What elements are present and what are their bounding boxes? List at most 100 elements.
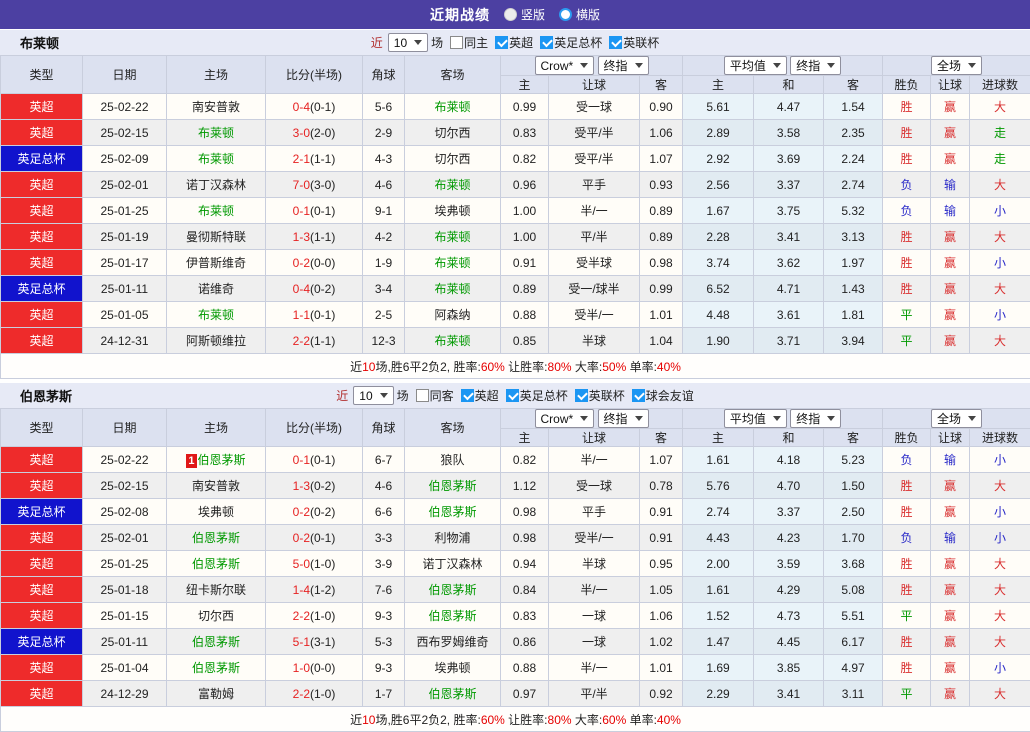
checkbox-icon [631,389,645,402]
odds-home: 0.96 [500,171,549,198]
same-away-checkbox[interactable]: 同客 [415,387,454,404]
home-team: 埃弗顿 [166,498,266,525]
league-checkbox-epl[interactable]: 英超 [460,387,499,404]
average-select[interactable]: 平均值 [723,409,787,428]
match-score: 0-4(0-2) [265,275,363,302]
match-date: 25-01-15 [82,602,167,629]
handicap-line: 半/一 [548,197,640,224]
league-checkbox-eflcup[interactable]: 英联杯 [574,387,625,404]
avg-draw-odds: 3.58 [753,119,825,146]
odds-away: 0.95 [638,550,684,577]
odds-stage-select[interactable]: 终指 [597,56,649,75]
result-goals: 大 [969,472,1030,499]
home-team: 伯恩茅斯 [166,550,266,577]
result-wdl: 胜 [882,145,932,172]
col-goals: 进球数 [969,428,1030,447]
match-score: 2-2(1-0) [265,680,363,707]
layout-option-vertical[interactable]: 竖版 [503,6,545,23]
home-team: 伯恩茅斯 [166,524,266,551]
league-checkbox-epl[interactable]: 英超 [495,34,533,51]
match-score: 5-0(1-0) [265,550,363,577]
result-scope-group: 全场 [882,408,1030,429]
corner-count: 3-4 [362,275,405,302]
away-team: 布莱顿 [404,223,501,250]
avg-stage-select[interactable]: 终指 [790,56,842,75]
avg-home-odds: 2.92 [682,145,755,172]
match-row: 英超 24-12-31 阿斯顿维拉 2-2(1-1) 12-3 布莱顿 0.85 半球 1.04… [0,327,1030,354]
league-checkbox-friendly[interactable]: 球会友谊 [631,387,694,404]
bookmaker-select[interactable]: Crow* [534,409,595,428]
match-date: 25-01-04 [82,654,167,681]
odds-home: 1.12 [500,472,549,499]
avg-draw-odds: 4.71 [753,275,825,302]
avg-away-odds: 1.54 [823,93,884,120]
match-date: 25-01-18 [82,576,167,603]
result-handicap: 赢 [930,654,971,681]
match-date: 25-01-19 [82,223,167,250]
handicap-line: 受半球 [548,249,640,276]
league-checkbox-eflcup[interactable]: 英联杯 [609,34,659,51]
odds-home: 0.94 [500,550,549,577]
avg-home-odds: 1.52 [682,602,755,629]
result-goals: 大 [969,602,1030,629]
match-row: 英足总杯 25-01-11 伯恩茅斯 5-1(3-1) 5-3 西布罗姆维奇 0.86 一球 1… [0,628,1030,655]
match-row: 英足总杯 25-01-11 诺维奇 0-4(0-2) 3-4 布莱顿 0.89 受一/球半 0.… [0,275,1030,302]
rank-badge: 1 [186,454,197,468]
odds-away: 0.91 [638,498,684,525]
home-team: 切尔西 [166,602,266,629]
home-team: 布莱顿 [166,119,266,146]
bookmaker-select[interactable]: Crow* [534,56,595,75]
odds-away: 0.90 [638,93,684,120]
away-team: 切尔西 [404,119,501,146]
match-count-select[interactable]: 10 [387,33,429,52]
scope-select[interactable]: 全场 [931,409,983,428]
chevron-down-icon [379,393,388,398]
avg-home-odds: 2.74 [682,498,755,525]
match-date: 25-01-25 [82,550,167,577]
match-score: 2-2(1-0) [265,602,363,629]
odds-stage-select[interactable]: 终指 [597,409,649,428]
corner-count: 12-3 [362,327,405,354]
odds-away: 1.07 [638,145,684,172]
league-checkbox-facup[interactable]: 英足总杯 [540,34,602,51]
result-handicap: 赢 [930,576,971,603]
avg-stage-select[interactable]: 终指 [790,409,842,428]
away-team: 埃弗顿 [404,654,501,681]
league-type-badge: 英超 [0,171,83,198]
result-goals: 小 [969,654,1030,681]
league-checkbox-facup[interactable]: 英足总杯 [505,387,568,404]
handicap-line: 半/一 [548,576,640,603]
home-team: 富勒姆 [166,680,266,707]
result-handicap: 赢 [930,223,971,250]
topbar: 近期战绩 竖版 横版 [0,0,1030,29]
result-handicap: 赢 [930,119,971,146]
result-wdl: 胜 [882,223,932,250]
away-team: 诺丁汉森林 [404,550,501,577]
avg-away-odds: 1.70 [823,524,884,551]
checkbox-icon [450,36,464,49]
league-type-badge: 英超 [0,550,83,577]
result-goals: 小 [969,446,1030,473]
match-date: 25-02-22 [82,446,167,473]
odds-home: 0.84 [500,576,549,603]
avg-away-odds: 3.68 [823,550,884,577]
col-avg-away: 客 [823,428,884,447]
odds-home: 0.82 [500,446,549,473]
result-goals: 大 [969,550,1030,577]
average-select[interactable]: 平均值 [723,56,787,75]
avg-home-odds: 4.43 [682,524,755,551]
home-team: 布莱顿 [166,145,266,172]
avg-away-odds: 2.74 [823,171,884,198]
handicap-line: 受平/半 [548,145,640,172]
same-home-checkbox[interactable]: 同主 [450,34,488,51]
handicap-line: 受半/一 [548,301,640,328]
away-team: 布莱顿 [404,93,501,120]
layout-option-horizontal[interactable]: 横版 [559,6,600,23]
league-type-badge: 英超 [0,576,83,603]
match-count-select[interactable]: 10 [353,386,394,405]
corner-count: 3-9 [362,550,405,577]
scope-select[interactable]: 全场 [931,56,983,75]
result-handicap: 赢 [930,602,971,629]
avg-away-odds: 5.23 [823,446,884,473]
col-goals: 进球数 [969,75,1030,94]
